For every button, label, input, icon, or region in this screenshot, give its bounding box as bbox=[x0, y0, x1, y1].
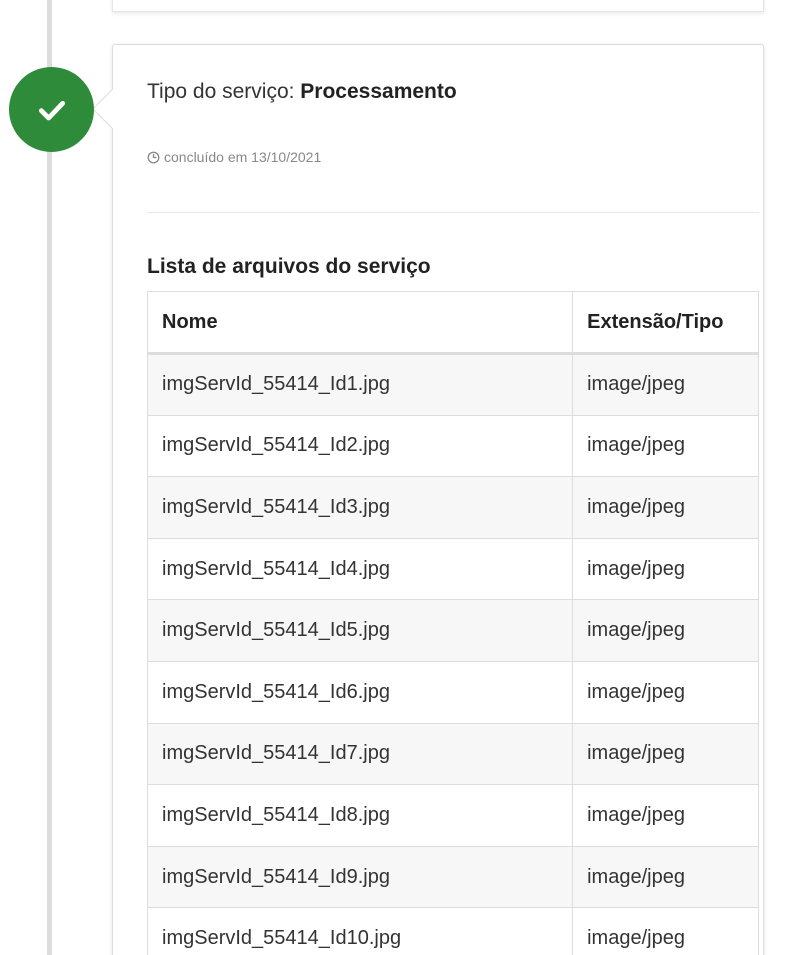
table-header-row: Nome Extensão/Tipo bbox=[146, 291, 759, 355]
file-type-cell: image/jpeg bbox=[572, 722, 759, 786]
divider bbox=[147, 212, 759, 213]
file-name-cell: imgServId_55414_Id8.jpg bbox=[146, 784, 574, 847]
file-type-cell: image/jpeg bbox=[572, 845, 759, 909]
file-type-cell: image/jpeg bbox=[572, 660, 759, 724]
status-text: concluído em 13/10/2021 bbox=[164, 149, 322, 165]
file-type-cell: image/jpeg bbox=[572, 537, 759, 601]
check-icon bbox=[38, 100, 65, 120]
files-list-title: Lista de arquivos do serviço bbox=[147, 255, 431, 278]
clock-icon bbox=[147, 151, 160, 163]
file-name-cell: imgServId_55414_Id3.jpg bbox=[146, 476, 574, 539]
status-badge bbox=[9, 67, 94, 152]
file-name-cell: imgServId_55414_Id1.jpg bbox=[146, 353, 574, 416]
table-row: imgServId_55414_Id3.jpg image/jpeg bbox=[146, 476, 759, 539]
service-type: Tipo do serviço: Processamento bbox=[147, 80, 457, 104]
table-row: imgServId_55414_Id2.jpg image/jpeg bbox=[146, 414, 759, 478]
table-row: imgServId_55414_Id6.jpg image/jpeg bbox=[146, 660, 759, 724]
table-row: imgServId_55414_Id5.jpg image/jpeg bbox=[146, 599, 759, 662]
table-row: imgServId_55414_Id7.jpg image/jpeg bbox=[146, 722, 759, 786]
file-type-cell: image/jpeg bbox=[572, 599, 759, 662]
status-line: concluído em 13/10/2021 bbox=[147, 149, 321, 165]
files-table: Nome Extensão/Tipo imgServId_55414_Id1.j… bbox=[146, 291, 759, 955]
file-name-cell: imgServId_55414_Id6.jpg bbox=[146, 660, 574, 724]
file-name-cell: imgServId_55414_Id7.jpg bbox=[146, 722, 574, 786]
table-row: imgServId_55414_Id10.jpg image/jpeg bbox=[146, 907, 759, 955]
file-name-cell: imgServId_55414_Id10.jpg bbox=[146, 907, 574, 955]
column-header-type: Extensão/Tipo bbox=[572, 291, 759, 355]
file-name-cell: imgServId_55414_Id9.jpg bbox=[146, 845, 574, 909]
table-row: imgServId_55414_Id9.jpg image/jpeg bbox=[146, 845, 759, 909]
service-type-label: Tipo do serviço: bbox=[147, 80, 295, 103]
file-name-cell: imgServId_55414_Id5.jpg bbox=[146, 599, 574, 662]
file-type-cell: image/jpeg bbox=[572, 353, 759, 416]
service-card: Tipo do serviço: Processamento concluído… bbox=[112, 44, 764, 955]
file-name-cell: imgServId_55414_Id2.jpg bbox=[146, 414, 574, 478]
file-type-cell: image/jpeg bbox=[572, 414, 759, 478]
file-type-cell: image/jpeg bbox=[572, 476, 759, 539]
table-row: imgServId_55414_Id8.jpg image/jpeg bbox=[146, 784, 759, 847]
column-header-name: Nome bbox=[146, 291, 574, 355]
table-row: imgServId_55414_Id1.jpg image/jpeg bbox=[146, 353, 759, 416]
file-name-cell: imgServId_55414_Id4.jpg bbox=[146, 537, 574, 601]
previous-timeline-card bbox=[112, 0, 764, 12]
file-type-cell: image/jpeg bbox=[572, 907, 759, 955]
service-type-value: Processamento bbox=[300, 80, 457, 103]
file-type-cell: image/jpeg bbox=[572, 784, 759, 847]
table-row: imgServId_55414_Id4.jpg image/jpeg bbox=[146, 537, 759, 601]
